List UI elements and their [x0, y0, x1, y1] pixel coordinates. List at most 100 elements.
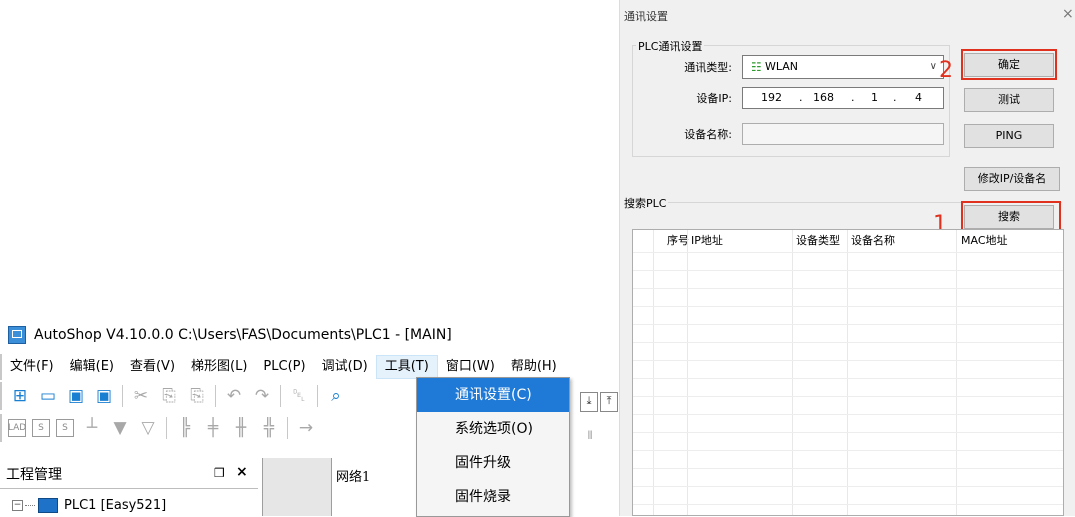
row-divider: [633, 252, 1063, 253]
comm-settings-dialog: 通讯设置 × PLC通讯设置 通讯类型: ☷ WLAN ∨ 设备IP: 192 …: [619, 0, 1075, 516]
ip-octet-1[interactable]: 192: [761, 88, 782, 108]
row-divider: [633, 486, 1063, 487]
row-divider: [633, 468, 1063, 469]
tree-root[interactable]: − PLC1 [Easy521]: [12, 498, 166, 513]
device-name-field[interactable]: [742, 123, 944, 145]
plc-search-results-table[interactable]: 序号 IP地址 设备类型 设备名称 MAC地址: [632, 229, 1064, 516]
s-box2-icon[interactable]: S: [56, 419, 74, 437]
menu-item-comm-settings[interactable]: 通讯设置(C): [417, 378, 569, 412]
ip-dot: .: [893, 91, 897, 104]
menu-ladder[interactable]: 梯形图(L): [183, 355, 255, 379]
toolbar-separator: [122, 385, 123, 407]
ip-octet-4[interactable]: 4: [915, 88, 922, 108]
coil-outline-icon[interactable]: ▽: [138, 418, 158, 438]
comm-type-label: 通讯类型:: [684, 61, 732, 74]
menu-file[interactable]: 文件(F): [2, 355, 62, 379]
cut-icon[interactable]: ✂: [131, 386, 151, 406]
menu-help[interactable]: 帮助(H): [503, 355, 565, 379]
search-icon[interactable]: ⌕: [326, 386, 346, 406]
menu-window[interactable]: 窗口(W): [438, 355, 503, 379]
tree-root-label: PLC1 [Easy521]: [64, 498, 167, 513]
annotation-number-2: 2: [939, 58, 953, 83]
column-divider: [687, 230, 688, 515]
arrow-right-icon[interactable]: →: [296, 418, 316, 438]
project-panel: 工程管理 ❒ × − PLC1 [Easy521]: [0, 458, 258, 516]
upload-icon[interactable]: ⤒: [600, 392, 618, 412]
paste-icon[interactable]: ⎘: [187, 386, 207, 406]
plc-comm-group-label: PLC通讯设置: [636, 38, 705, 54]
modify-ip-name-button[interactable]: 修改IP/设备名: [964, 167, 1060, 191]
device-ip-field[interactable]: 192 . 168 . 1 . 4: [742, 87, 944, 109]
row-divider: [633, 504, 1063, 505]
row-divider: [633, 396, 1063, 397]
menu-edit[interactable]: 编辑(E): [62, 355, 122, 379]
row-divider: [633, 288, 1063, 289]
ip-octet-3[interactable]: 1: [871, 88, 878, 108]
col-header-device-name[interactable]: 设备名称: [851, 230, 895, 252]
ping-button[interactable]: PING: [964, 124, 1054, 148]
pin-icon[interactable]: ❒: [214, 466, 225, 480]
menu-view[interactable]: 查看(V): [122, 355, 183, 379]
ip-dot: .: [799, 91, 803, 104]
row-divider: [633, 432, 1063, 433]
menu-debug[interactable]: 调试(D): [314, 355, 376, 379]
chevron-down-icon: ∨: [929, 61, 937, 72]
coil-down-icon[interactable]: ▼: [110, 418, 130, 438]
dialog-close-icon[interactable]: ×: [1062, 6, 1074, 22]
undo-icon[interactable]: ↶: [224, 386, 244, 406]
rung2-icon[interactable]: ╪: [203, 418, 223, 438]
project-panel-title: 工程管理: [6, 467, 62, 483]
window-title: AutoShop V4.10.0.0 C:\Users\FAS\Document…: [34, 327, 452, 343]
menu-tools[interactable]: 工具(T): [375, 355, 438, 379]
toolbar-separator: [215, 385, 216, 407]
save-all-icon[interactable]: ▣: [94, 386, 114, 406]
plc-computer-icon: [38, 498, 58, 513]
row-divider: [633, 270, 1063, 271]
new-file-icon[interactable]: ⊞: [10, 386, 30, 406]
contact-icon[interactable]: ┴: [82, 418, 102, 438]
test-button[interactable]: 测试: [964, 88, 1054, 112]
rung-margin: [262, 458, 332, 516]
tree-connector: [25, 505, 35, 506]
lad-icon[interactable]: LAD: [8, 419, 26, 437]
collapse-icon[interactable]: −: [12, 500, 23, 511]
copy-icon[interactable]: ⎘: [159, 386, 179, 406]
row-divider: [633, 306, 1063, 307]
search-group-label: 搜索PLC: [622, 195, 669, 211]
autoshop-app-icon: [8, 326, 26, 344]
comm-type-value: WLAN: [765, 60, 799, 73]
rung-icon[interactable]: ╠: [175, 418, 195, 438]
row-divider: [633, 360, 1063, 361]
rung4-icon[interactable]: ╬: [259, 418, 279, 438]
s-box-icon[interactable]: S: [32, 419, 50, 437]
menu-item-firmware-burn[interactable]: 固件烧录: [417, 480, 569, 514]
ip-octet-2[interactable]: 168: [813, 88, 834, 108]
col-header-device-type[interactable]: 设备类型: [796, 230, 840, 252]
ip-dot: .: [851, 91, 855, 104]
open-folder-icon[interactable]: ▭: [38, 386, 58, 406]
menu-item-system-options[interactable]: 系统选项(O): [417, 412, 569, 446]
contact-parallel-icon[interactable]: ⫴: [582, 428, 598, 446]
col-header-ip[interactable]: IP地址: [691, 230, 723, 252]
col-header-index[interactable]: 序号: [667, 230, 689, 252]
download-icon[interactable]: ⤓: [580, 392, 598, 412]
delete-icon[interactable]: ␡: [289, 386, 309, 406]
row-divider: [633, 324, 1063, 325]
network-icon: ☷: [751, 60, 762, 74]
column-divider: [792, 230, 793, 515]
redo-icon[interactable]: ↷: [252, 386, 272, 406]
col-header-mac[interactable]: MAC地址: [961, 230, 1008, 252]
column-divider: [653, 230, 654, 515]
dialog-title: 通讯设置: [624, 10, 668, 23]
save-icon[interactable]: ▣: [66, 386, 86, 406]
device-ip-label: 设备IP:: [696, 92, 732, 105]
close-icon[interactable]: ×: [236, 464, 248, 480]
toolbar-separator: [166, 417, 167, 439]
column-divider: [847, 230, 848, 515]
toolbar-separator: [287, 417, 288, 439]
highlight-box-1: [961, 201, 1061, 232]
comm-type-select[interactable]: ☷ WLAN ∨: [742, 55, 944, 79]
menu-plc[interactable]: PLC(P): [255, 355, 313, 379]
rung3-icon[interactable]: ╫: [231, 418, 251, 438]
menu-item-firmware-upgrade[interactable]: 固件升级: [417, 446, 569, 480]
